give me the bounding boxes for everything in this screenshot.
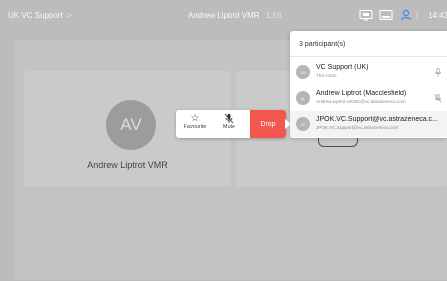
participant-detail: JPOK.VC.Support@vc.astrazeneca.com — [316, 125, 399, 130]
avatar: VS — [296, 65, 310, 79]
participants-icon[interactable] — [399, 9, 413, 21]
screen-share-icon[interactable] — [359, 9, 373, 21]
divider — [290, 56, 447, 57]
top-status-bar: UK VC Support > Andrew Liptrot VMR 1:56 … — [0, 0, 447, 34]
drop-button[interactable]: Drop — [250, 110, 286, 138]
avatar: AV — [106, 100, 156, 150]
clock: 14:43 — [428, 11, 447, 20]
topbar-separator: | — [416, 11, 419, 20]
participant-name: VC Support (UK) — [316, 64, 369, 71]
room-name: UK VC Support — [8, 11, 63, 20]
participant-row-selected[interactable]: JV JPOK.VC.Support@vc.astrazeneca.c... J… — [290, 111, 447, 137]
participants-panel: 3 participant(s) VS VC Support (UK) This… — [290, 31, 447, 138]
tile-name: Andrew Liptrot VMR — [87, 160, 168, 170]
meeting-title: Andrew Liptrot VMR 1:56 — [188, 11, 281, 20]
mute-button[interactable]: Mute — [212, 113, 246, 135]
meeting-name: Andrew Liptrot VMR — [188, 11, 260, 20]
participant-detail: This room — [316, 73, 337, 78]
microphone-icon — [435, 68, 441, 77]
participant-row[interactable]: VS VC Support (UK) This room — [290, 59, 447, 85]
mute-label: Mute — [222, 124, 236, 130]
microphone-muted-icon — [434, 94, 442, 103]
favourite-button[interactable]: ☆ Favourite — [178, 113, 212, 135]
participant-name: Andrew Liptrot (Macclesfield) — [316, 90, 407, 97]
favourite-label: Favourite — [183, 124, 207, 130]
star-icon: ☆ — [190, 113, 200, 124]
room-breadcrumb[interactable]: UK VC Support > — [8, 11, 72, 20]
call-duration: 1:56 — [265, 11, 282, 20]
participant-row[interactable]: AL Andrew Liptrot (Macclesfield) Andrew.… — [290, 85, 447, 111]
layout-icon[interactable] — [379, 9, 393, 21]
participant-name: JPOK.VC.Support@vc.astrazeneca.c... — [316, 116, 438, 123]
participants-count: 3 participant(s) — [299, 41, 346, 48]
avatar: AL — [296, 91, 310, 105]
microphone-muted-icon — [224, 113, 234, 124]
chevron-right-icon: > — [66, 11, 72, 20]
participant-action-menu: ☆ Favourite Mute Drop — [176, 110, 286, 138]
topbar-icons — [359, 9, 413, 21]
avatar: JV — [296, 117, 310, 131]
participant-detail: Andrew.Liptrot.UKMC@vc.astrazeneca.com — [316, 99, 406, 104]
